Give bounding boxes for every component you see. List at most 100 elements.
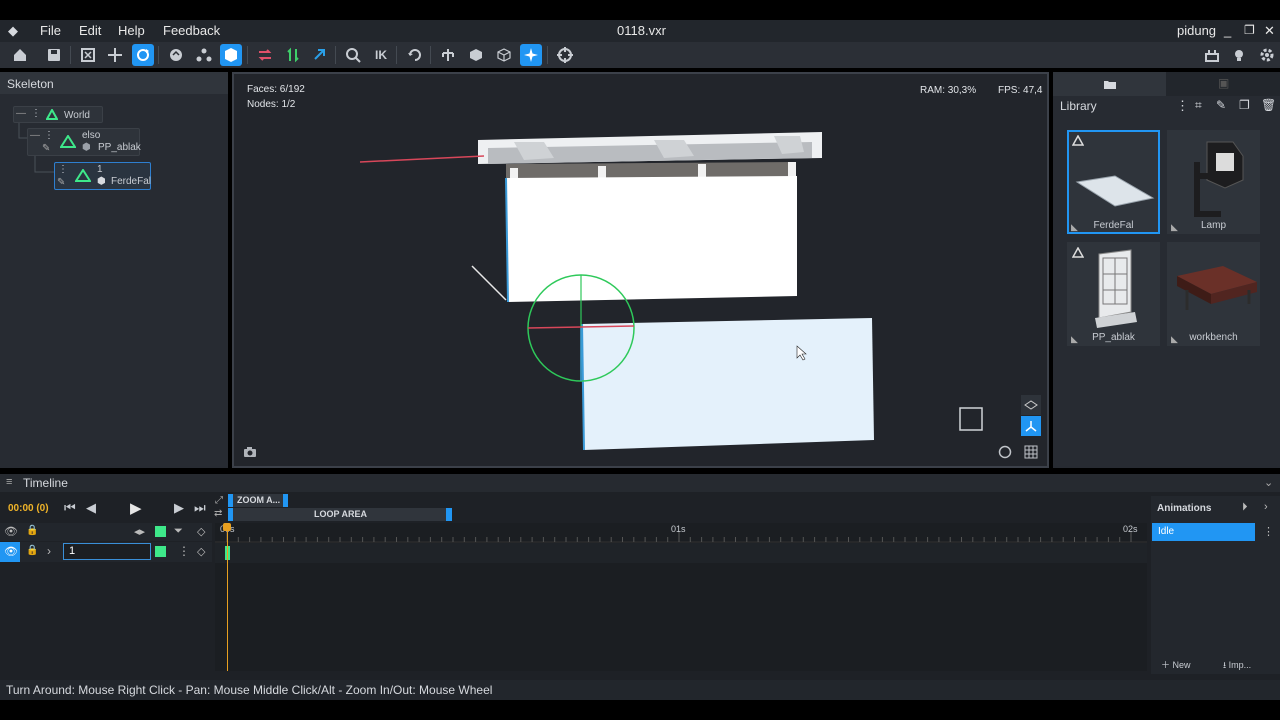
collapse-icon[interactable]: — (16, 108, 26, 119)
track-name-field[interactable]: 1 (63, 543, 151, 560)
tab-scene[interactable]: ▣ (1166, 72, 1280, 96)
keyframe-icon[interactable]: ◇ (197, 525, 205, 538)
expand-chevron-icon[interactable]: › (47, 544, 51, 558)
library-more-icon[interactable]: ⋮ (1176, 98, 1189, 114)
scene-canvas[interactable] (234, 74, 1047, 466)
track-row[interactable]: 👁 🔒 › 1 ⋮ ◇ (0, 542, 212, 562)
save-icon[interactable] (43, 44, 65, 66)
skeleton-icon[interactable] (437, 44, 459, 66)
camera-icon[interactable] (240, 442, 260, 462)
edit-icon[interactable]: ✎ (42, 143, 50, 154)
sphere-icon[interactable] (165, 44, 187, 66)
track-lock-icon[interactable]: 🔒 (26, 545, 38, 556)
collapse-all-icon[interactable]: ◂▸ (134, 525, 145, 538)
hierarchy-icon[interactable] (193, 44, 215, 66)
lamp-scene-icon[interactable] (1201, 44, 1223, 66)
edit-icon[interactable]: ✎ (1216, 98, 1226, 112)
sphere-view-icon[interactable] (995, 442, 1015, 462)
track-more-icon[interactable]: ⋮ (178, 544, 190, 558)
animation-filter-icon[interactable]: ⏵ (1242, 501, 1248, 514)
loop-handle-left[interactable] (228, 508, 233, 521)
library-item-ferdefal[interactable]: ◣ FerdeFal (1067, 130, 1160, 234)
track-area[interactable]: 00s 01s 02s (215, 523, 1147, 671)
track-color-swatch[interactable] (155, 546, 166, 557)
trash-icon[interactable]: 🗑 (1261, 98, 1276, 112)
cube-icon[interactable] (220, 44, 242, 66)
tree-node-world[interactable]: — ⋮ World (13, 106, 103, 123)
track-lane[interactable] (215, 543, 1147, 563)
visibility-icon[interactable]: 👁 (4, 525, 18, 538)
view-toggle-icon[interactable] (1021, 395, 1041, 415)
star-icon[interactable] (520, 44, 542, 66)
zoom-area-bar[interactable]: ZOOM A... (228, 494, 288, 507)
tab-library[interactable] (1053, 72, 1166, 96)
snap-icon[interactable] (342, 44, 364, 66)
zoom-handle-left[interactable] (228, 494, 233, 507)
library-item-pp-ablak[interactable]: ◣ PP_ablak (1067, 242, 1160, 346)
library-panel: ▣ Library ⋮ ⌗ ✎ ❐ 🗑 ◣ FerdeFal ◣ Lamp ◣ … (1053, 72, 1280, 468)
timeline-menu-icon[interactable]: ≡ (6, 476, 12, 488)
go-end-icon[interactable]: ⏭ (194, 500, 206, 516)
close-icon[interactable]: ✕ (1264, 23, 1275, 39)
menu-feedback[interactable]: Feedback (163, 23, 220, 38)
track-visibility-icon[interactable]: 👁 (0, 542, 20, 562)
library-item-workbench[interactable]: ◣ workbench (1167, 242, 1260, 346)
restore-icon[interactable]: ❐ (1244, 23, 1255, 37)
box-wire-icon[interactable] (493, 44, 515, 66)
zoom-expand-icon[interactable]: ⤢ (215, 495, 223, 506)
ik-button[interactable]: IK (370, 44, 392, 66)
light-icon[interactable] (1228, 44, 1250, 66)
menu-edit[interactable]: Edit (79, 23, 101, 38)
minimize-icon[interactable]: _ (1224, 23, 1231, 38)
grid-icon[interactable] (1021, 442, 1041, 462)
target-icon[interactable] (554, 44, 576, 66)
user-name[interactable]: pidung (1177, 23, 1216, 38)
settings-icon[interactable] (1256, 44, 1278, 66)
tree-node-1[interactable]: ⋮ ✎ 1 ⬢ FerdeFal (54, 162, 151, 190)
drag-handle-icon[interactable]: ⋮ (31, 108, 41, 119)
crop-icon[interactable]: ⌗ (1195, 98, 1202, 113)
3d-viewport[interactable]: Faces: 6/192 Nodes: 1/2 RAM: 30,3% FPS: … (232, 72, 1049, 468)
zoom-handle-right[interactable] (283, 494, 288, 507)
tree-node-elso[interactable]: — ⋮ ✎ elso ⬢ PP_ablak (27, 128, 141, 156)
loop-icon[interactable]: ⇄ (214, 508, 222, 519)
import-animation-button[interactable]: ⭳ Imp... (1223, 658, 1251, 674)
prev-key-icon[interactable]: ◀ (86, 500, 96, 516)
lock-icon[interactable]: 🔒 (26, 525, 38, 536)
fit-view-icon[interactable] (77, 44, 99, 66)
animation-expand-icon[interactable]: › (1264, 501, 1268, 513)
edit-icon[interactable]: ✎ (57, 177, 65, 188)
filter-icon[interactable]: ⏷ (174, 525, 183, 538)
drag-handle-icon[interactable]: ⋮ (58, 164, 68, 175)
playhead-handle[interactable] (223, 523, 231, 531)
menu-help[interactable]: Help (118, 23, 145, 38)
mirror-z-icon[interactable] (309, 44, 331, 66)
next-key-icon[interactable]: ▶ (174, 500, 184, 516)
loop-handle-right[interactable] (446, 508, 452, 521)
animation-item-idle[interactable]: Idle (1152, 523, 1255, 541)
track-color-swatch[interactable] (155, 526, 166, 537)
refresh-icon[interactable] (404, 44, 426, 66)
box-solid-icon[interactable] (465, 44, 487, 66)
add-keyframe-icon[interactable]: ◇ (197, 545, 205, 558)
app-logo-icon[interactable]: ◆ (8, 23, 18, 39)
duplicate-icon[interactable]: ❐ (1239, 98, 1250, 112)
go-start-icon[interactable]: ⏮ (64, 500, 76, 516)
mirror-y-icon[interactable] (282, 44, 304, 66)
new-animation-button[interactable]: ＋ New (1161, 658, 1191, 671)
play-button[interactable]: ▶ (130, 499, 142, 517)
move-icon[interactable] (104, 44, 126, 66)
menu-file[interactable]: File (40, 23, 61, 38)
collapse-icon[interactable]: — (30, 130, 40, 141)
animation-more-icon[interactable]: ⋮ (1263, 525, 1274, 538)
rotate-icon[interactable] (132, 44, 154, 66)
home-icon[interactable] (9, 44, 31, 66)
current-time: 00:00 (0) (8, 503, 49, 514)
axis-gizmo-icon[interactable] (1021, 416, 1041, 436)
mirror-x-icon[interactable] (254, 44, 276, 66)
drag-handle-icon[interactable]: ⋮ (44, 130, 54, 141)
collapse-chevron-icon[interactable]: ⌄ (1264, 476, 1273, 489)
playhead[interactable] (227, 523, 228, 671)
library-item-lamp[interactable]: ◣ Lamp (1167, 130, 1260, 234)
loop-area-bar[interactable]: LOOP AREA (228, 508, 452, 521)
